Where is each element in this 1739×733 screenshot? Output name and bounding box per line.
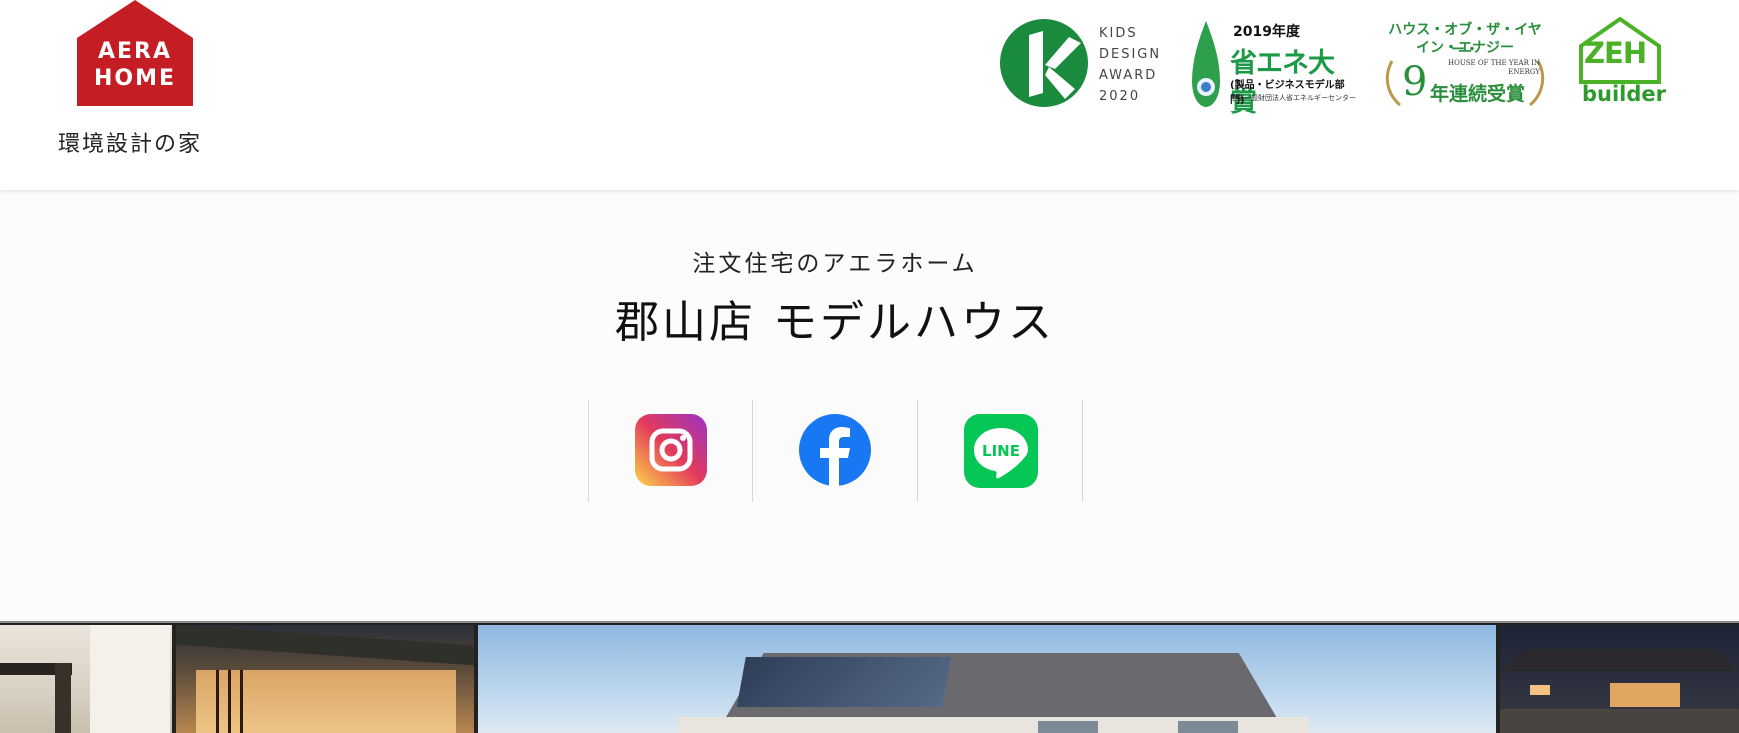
line-link[interactable]: LINE [917, 400, 1082, 502]
hoy-consecutive-text: 年連続受賞 [1430, 83, 1526, 105]
kids-design-text: KIDS DESIGN AWARD 2020 [1099, 23, 1161, 107]
instagram-icon [635, 414, 707, 486]
logo-line-1: AERA [97, 39, 173, 64]
energy-award-organizer: 主催一般財団法人省エネルギーセンター [1230, 94, 1356, 102]
page-subtitle: 注文住宅のアエラホーム [692, 251, 978, 277]
logo-subtitle: 環境設計の家 [58, 132, 203, 157]
hoy-english: HOUSE OF THE YEAR IN ENERGY [1448, 59, 1540, 76]
energy-drop-icon [1192, 21, 1220, 107]
zeh-builder-badge: ZEH builder [1575, 16, 1667, 111]
line-icon: LINE [964, 414, 1038, 488]
kids-line-4: 2020 [1099, 89, 1141, 104]
site-header: AERA HOME 環境設計の家 KIDS DESIGN AWARD 2020 … [0, 0, 1739, 190]
kids-line-1: KIDS [1099, 26, 1138, 41]
model-house-main-photo[interactable] [478, 625, 1496, 733]
logo-wordmark: AERA HOME [77, 38, 193, 92]
house-of-the-year-badge: ハウス・オブ・ザ・イヤー・ イン・エナジー HOUSE OF THE YEAR … [1380, 17, 1550, 109]
facebook-link[interactable] [752, 400, 917, 502]
kids-design-award-badge: KIDS DESIGN AWARD 2020 [999, 17, 1169, 109]
kids-line-3: AWARD [1099, 68, 1158, 83]
social-divider-end [1082, 400, 1083, 502]
kids-design-k-icon [1000, 19, 1088, 107]
model-house-photo-strip[interactable] [0, 621, 1739, 733]
zeh-builder-text: builder [1582, 82, 1667, 106]
kids-line-2: DESIGN [1099, 47, 1162, 62]
aera-home-logo[interactable]: AERA HOME 環境設計の家 [55, 0, 225, 160]
energy-saving-award-badge: 2019年度 省エネ大賞 (製品・ビジネスモデル部門) 主催一般財団法人省エネル… [1186, 17, 1356, 118]
hoy-years-number: 9 [1402, 59, 1428, 105]
exterior-night-photo[interactable] [1500, 625, 1739, 733]
instagram-link[interactable] [588, 400, 753, 502]
page-title: 郡山店 モデルハウス [615, 297, 1055, 348]
energy-award-year: 2019年度 [1233, 24, 1300, 40]
interior-photo[interactable] [0, 625, 172, 733]
zeh-label: ZEH [1584, 36, 1647, 70]
exterior-dusk-photo[interactable] [176, 625, 474, 733]
logo-line-2: HOME [93, 66, 177, 91]
line-icon-label: LINE [982, 442, 1020, 460]
facebook-icon [799, 414, 871, 486]
